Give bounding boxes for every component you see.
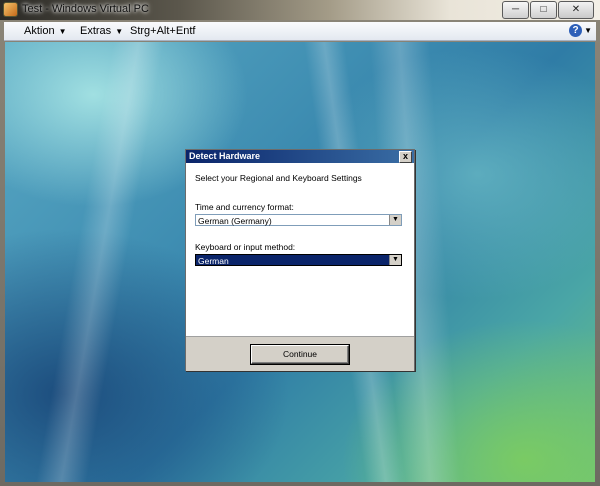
time-format-value: German (Germany)	[198, 216, 272, 226]
dialog-heading: Select your Regional and Keyboard Settin…	[195, 173, 362, 183]
minimize-button[interactable]: ─	[502, 1, 529, 19]
menu-ctrl-alt-del[interactable]: Strg+Alt+Entf	[130, 25, 195, 37]
chevron-down-icon[interactable]: ▼	[389, 255, 401, 265]
menu-extras-label: Extras	[80, 25, 112, 37]
keyboard-method-label: Keyboard or input method:	[195, 242, 296, 252]
window-titlebar[interactable]: Test - Windows Virtual PC ─ □ ✕	[0, 0, 600, 20]
menu-ctrl-alt-del-label: Strg+Alt+Entf	[130, 25, 196, 37]
virtual-pc-icon	[4, 3, 17, 16]
detect-hardware-dialog: Detect Hardware x Select your Regional a…	[185, 149, 415, 371]
window-controls: ─ □ ✕	[502, 1, 594, 19]
menu-aktion[interactable]: Aktion ▼	[24, 25, 67, 37]
time-format-select[interactable]: German (Germany) ▼	[195, 214, 402, 226]
window-title: Test - Windows Virtual PC	[22, 3, 149, 15]
keyboard-method-select[interactable]: German ▼	[195, 254, 402, 266]
help-chevron-down-icon[interactable]: ▼	[584, 26, 592, 35]
chevron-down-icon[interactable]: ▼	[389, 215, 401, 225]
dialog-title: Detect Hardware	[189, 151, 261, 161]
dialog-close-icon[interactable]: x	[399, 151, 412, 163]
help-icon[interactable]: ?	[569, 24, 582, 37]
menu-aktion-label: Aktion	[24, 25, 55, 37]
dialog-footer: Continue	[186, 336, 414, 371]
chevron-down-icon: ▼	[58, 27, 67, 36]
time-format-label: Time and currency format:	[195, 202, 294, 212]
continue-button[interactable]: Continue	[251, 345, 349, 364]
chevron-down-icon: ▼	[115, 27, 124, 36]
close-button[interactable]: ✕	[558, 1, 594, 19]
maximize-button[interactable]: □	[530, 1, 557, 19]
dialog-titlebar[interactable]: Detect Hardware x	[186, 150, 414, 163]
vpc-window: Test - Windows Virtual PC ─ □ ✕ Aktion ▼ …	[0, 0, 600, 486]
menubar: Aktion ▼ Extras ▼ Strg+Alt+Entf ? ▼	[4, 22, 596, 41]
menu-extras[interactable]: Extras ▼	[80, 25, 123, 37]
keyboard-method-value: German	[198, 256, 229, 266]
wallpaper-streak	[33, 42, 167, 482]
